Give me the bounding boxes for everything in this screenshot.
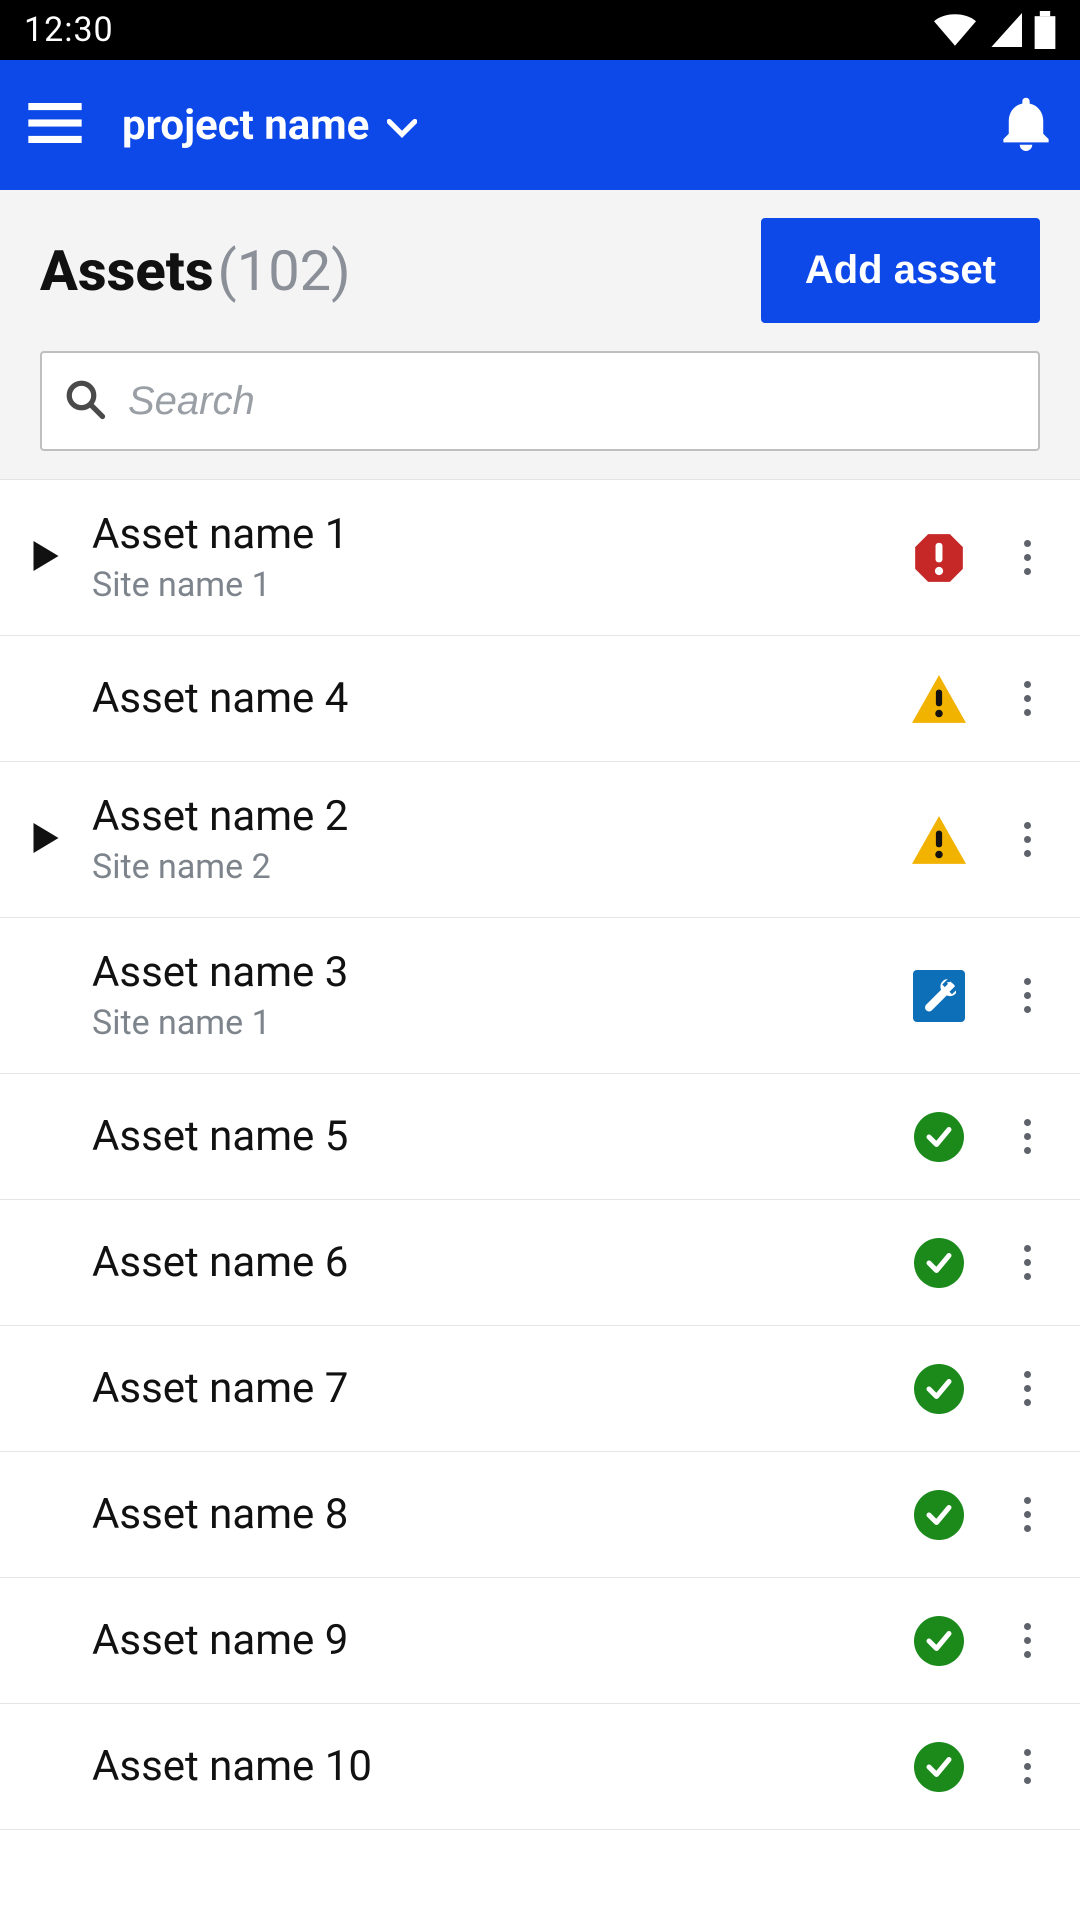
asset-row[interactable]: Asset name 7 (0, 1326, 1080, 1452)
row-menu-button[interactable] (1016, 1237, 1039, 1288)
cellular-icon (988, 13, 1022, 47)
app-header: project name (0, 60, 1080, 190)
asset-name: Asset name 1 (92, 510, 894, 559)
search-icon (64, 378, 106, 424)
status-time: 12:30 (24, 10, 114, 50)
asset-text: Asset name 5 (92, 1074, 894, 1199)
row-menu-button[interactable] (1016, 1363, 1039, 1414)
ok-icon (914, 1616, 964, 1666)
row-menu-button[interactable] (1016, 673, 1039, 724)
page-count: (102) (218, 238, 351, 304)
expand-slot (0, 823, 92, 857)
row-menu-button[interactable] (1016, 814, 1039, 865)
asset-name: Asset name 4 (92, 674, 894, 723)
site-name: Site name 1 (92, 565, 894, 605)
asset-name: Asset name 7 (92, 1364, 894, 1413)
menu-slot (1002, 1363, 1052, 1414)
notifications-button[interactable] (1000, 95, 1052, 155)
status-slot (894, 675, 984, 723)
status-slot (894, 1616, 984, 1666)
row-menu-button[interactable] (1016, 970, 1039, 1021)
ok-icon (914, 1490, 964, 1540)
asset-text: Asset name 2 Site name 2 (92, 762, 894, 917)
expand-slot (0, 541, 92, 575)
asset-text: Asset name 1 Site name 1 (92, 480, 894, 635)
asset-row[interactable]: Asset name 4 (0, 636, 1080, 762)
status-slot (894, 1364, 984, 1414)
menu-slot (1002, 673, 1052, 724)
bell-icon (1000, 136, 1052, 155)
asset-name: Asset name 2 (92, 792, 894, 841)
asset-text: Asset name 9 (92, 1578, 894, 1703)
asset-row[interactable]: Asset name 2 Site name 2 (0, 762, 1080, 918)
search-field[interactable] (40, 351, 1040, 451)
wifi-icon (934, 13, 976, 47)
asset-row[interactable]: Asset name 10 (0, 1704, 1080, 1830)
row-menu-button[interactable] (1016, 1615, 1039, 1666)
menu-slot (1002, 1489, 1052, 1540)
status-slot (894, 1238, 984, 1288)
search-input[interactable] (128, 379, 1016, 424)
asset-text: Asset name 4 (92, 636, 894, 761)
project-name-label: project name (122, 101, 369, 150)
ok-icon (914, 1364, 964, 1414)
menu-slot (1002, 1237, 1052, 1288)
warning-icon (912, 816, 966, 864)
menu-button[interactable] (28, 103, 82, 147)
site-name: Site name 2 (92, 847, 894, 887)
menu-slot (1002, 532, 1052, 583)
ok-icon (914, 1238, 964, 1288)
asset-text: Asset name 6 (92, 1200, 894, 1325)
site-name: Site name 1 (92, 1003, 894, 1043)
menu-slot (1002, 1111, 1052, 1162)
status-icons (934, 11, 1056, 49)
chevron-down-icon (387, 101, 417, 150)
asset-list: Asset name 1 Site name 1 Asset name 4 Ass… (0, 480, 1080, 1830)
asset-row[interactable]: Asset name 3 Site name 1 (0, 918, 1080, 1074)
status-slot (894, 816, 984, 864)
page-header: Assets (102) Add asset (0, 190, 1080, 480)
row-menu-button[interactable] (1016, 1111, 1039, 1162)
row-menu-button[interactable] (1016, 1489, 1039, 1540)
asset-row[interactable]: Asset name 9 (0, 1578, 1080, 1704)
ok-icon (914, 1742, 964, 1792)
asset-row[interactable]: Asset name 1 Site name 1 (0, 480, 1080, 636)
status-slot (894, 970, 984, 1022)
status-slot (894, 532, 984, 584)
service-icon (913, 970, 965, 1022)
expand-icon[interactable] (33, 541, 59, 575)
battery-icon (1034, 11, 1056, 49)
menu-slot (1002, 1741, 1052, 1792)
asset-name: Asset name 6 (92, 1238, 894, 1287)
project-selector[interactable]: project name (122, 101, 417, 150)
row-menu-button[interactable] (1016, 532, 1039, 583)
page-title: Assets (40, 238, 214, 304)
asset-text: Asset name 7 (92, 1326, 894, 1451)
asset-row[interactable]: Asset name 8 (0, 1452, 1080, 1578)
status-bar: 12:30 (0, 0, 1080, 60)
menu-slot (1002, 814, 1052, 865)
asset-row[interactable]: Asset name 6 (0, 1200, 1080, 1326)
row-menu-button[interactable] (1016, 1741, 1039, 1792)
add-asset-button[interactable]: Add asset (761, 218, 1040, 323)
asset-name: Asset name 10 (92, 1742, 894, 1791)
asset-text: Asset name 8 (92, 1452, 894, 1577)
ok-icon (914, 1112, 964, 1162)
status-slot (894, 1490, 984, 1540)
asset-name: Asset name 5 (92, 1112, 894, 1161)
asset-text: Asset name 3 Site name 1 (92, 918, 894, 1073)
asset-name: Asset name 3 (92, 948, 894, 997)
asset-name: Asset name 9 (92, 1616, 894, 1665)
menu-slot (1002, 1615, 1052, 1666)
asset-name: Asset name 8 (92, 1490, 894, 1539)
status-slot (894, 1742, 984, 1792)
asset-text: Asset name 10 (92, 1704, 894, 1829)
menu-slot (1002, 970, 1052, 1021)
error-icon (913, 532, 965, 584)
expand-icon[interactable] (33, 823, 59, 857)
status-slot (894, 1112, 984, 1162)
page-title-group: Assets (102) (40, 238, 351, 304)
warning-icon (912, 675, 966, 723)
asset-row[interactable]: Asset name 5 (0, 1074, 1080, 1200)
